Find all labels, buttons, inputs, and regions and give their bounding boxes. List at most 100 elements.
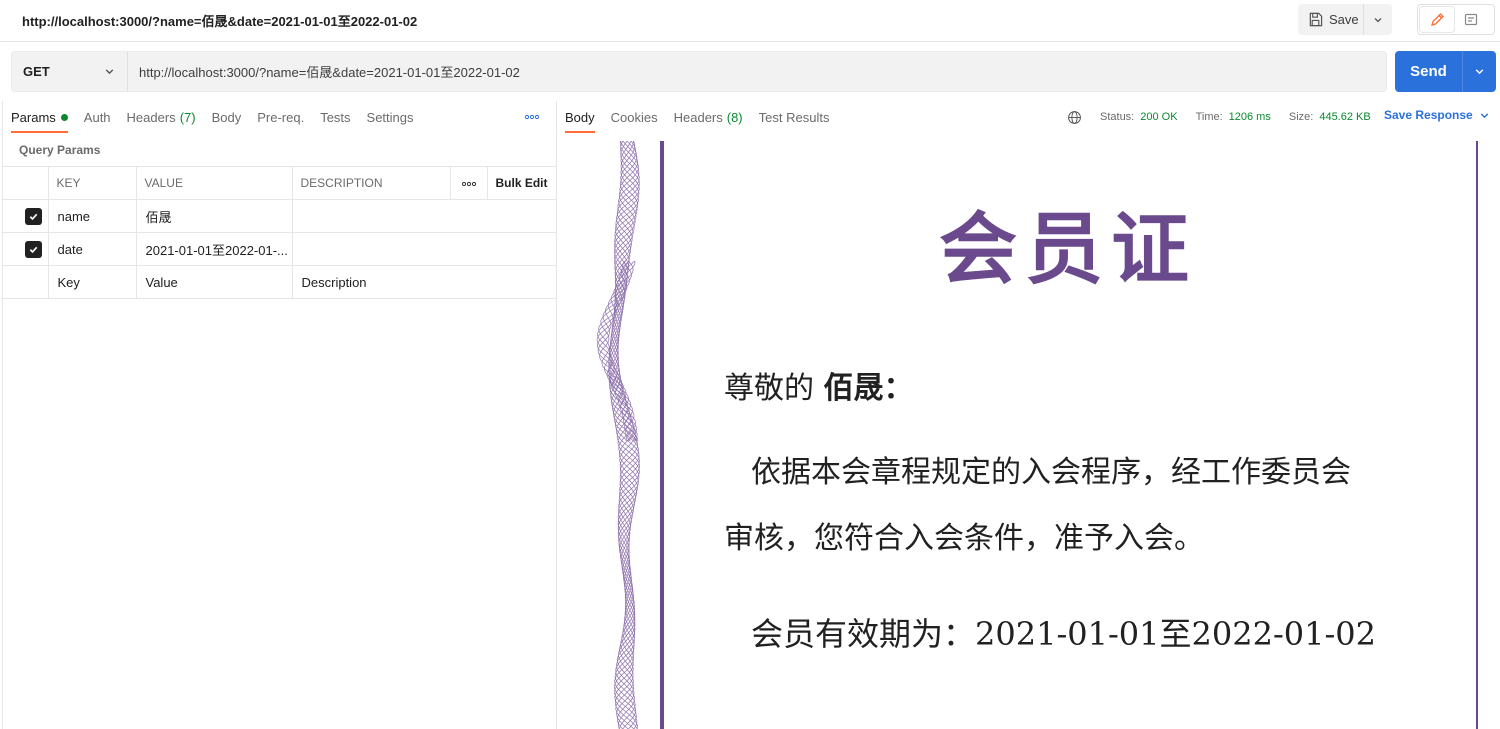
response-meta: Status: 200 OK Time: 1206 ms Size: 445.6… (1067, 108, 1371, 126)
save-button-group: Save (1298, 4, 1392, 35)
table-row-new: Key Value Description (3, 265, 557, 299)
save-options-button[interactable] (1364, 4, 1392, 35)
pencil-icon (1431, 12, 1444, 26)
tab-headers[interactable]: Headers (7) (127, 101, 196, 133)
send-button[interactable]: Send (1395, 51, 1463, 92)
method-select[interactable]: GET (12, 52, 128, 91)
comment-icon (1464, 13, 1478, 25)
size-value[interactable]: 445.62 KB (1319, 111, 1370, 123)
status-label: Status: (1100, 111, 1135, 123)
top-bar: http://localhost:3000/?name=佰晟&date=2021… (0, 0, 1500, 42)
query-params-table: KEY VALUE DESCRIPTION Bulk Edit name 佰晟 … (3, 166, 557, 299)
tab-auth-label: Auth (83, 109, 111, 125)
param-value-cell[interactable]: 佰晟 (135, 199, 293, 233)
tab-cookies-label: Cookies (610, 109, 658, 125)
greeting-text: 尊敬的 (724, 371, 814, 406)
checkmark-icon (29, 246, 38, 253)
more-options-button[interactable] (523, 109, 541, 125)
more-horizontal-icon (461, 181, 476, 187)
save-icon (1309, 12, 1323, 27)
save-response-button[interactable]: Save Response (1384, 108, 1490, 122)
response-body-preview: 会员证 尊敬的 佰晟： 依据本会章程规定的入会程序，经工作委员会 审核，您符合入… (583, 141, 1500, 729)
tab-auth[interactable]: Auth (84, 101, 111, 133)
tab-tests[interactable]: Tests (320, 101, 350, 133)
request-title: http://localhost:3000/?name=佰晟&date=2021… (22, 14, 418, 29)
url-input[interactable] (128, 52, 1386, 91)
tab-body-label: Body (211, 109, 242, 125)
save-button[interactable]: Save (1298, 4, 1364, 35)
table-row: date 2021-01-01至2022-01-... (3, 232, 557, 266)
request-tabs: Params Auth Headers (7) Body Pre-req. Te… (11, 101, 430, 133)
chevron-down-icon (1374, 17, 1382, 22)
column-options-button[interactable] (449, 166, 488, 200)
edit-mode-button[interactable] (1420, 7, 1454, 32)
checkbox-column-header (3, 166, 49, 200)
bulk-edit-button[interactable]: Bulk Edit (486, 166, 557, 200)
param-checkbox[interactable] (25, 240, 42, 258)
certificate-left-rule (660, 141, 664, 729)
checkmark-icon (29, 213, 38, 220)
status-value[interactable]: 200 OK (1140, 111, 1177, 123)
key-column-header: KEY (47, 166, 137, 200)
save-response-label: Save Response (1384, 108, 1473, 122)
tab-headers-label: Headers (126, 109, 176, 125)
method-label: GET (23, 64, 50, 79)
tab-settings[interactable]: Settings (367, 101, 414, 133)
size-label: Size: (1288, 111, 1314, 123)
new-key-input[interactable]: Key (47, 265, 137, 299)
guilloche-border-pattern (596, 141, 640, 729)
param-checkbox[interactable] (25, 207, 42, 225)
more-horizontal-icon (524, 114, 540, 120)
param-key-cell[interactable]: date (47, 232, 137, 266)
param-description-cell[interactable] (291, 199, 557, 233)
save-label: Save (1329, 12, 1359, 27)
tab-pre-request[interactable]: Pre-req. (257, 101, 304, 133)
chevron-down-icon (1475, 69, 1484, 75)
tab-test-results[interactable]: Test Results (759, 101, 830, 133)
param-value-cell[interactable]: 2021-01-01至2022-01-... (135, 232, 293, 266)
tab-cookies[interactable]: Cookies (611, 101, 658, 133)
row-checkbox-cell (3, 232, 49, 266)
new-value-input[interactable]: Value (135, 265, 293, 299)
globe-icon[interactable] (1067, 110, 1082, 125)
request-url-bar: GET (11, 51, 1387, 92)
row-checkbox-cell (3, 265, 49, 299)
new-description-input[interactable]: Description (291, 265, 557, 299)
time-label: Time: (1195, 111, 1223, 123)
certificate-body-line-2: 审核，您符合入会条件，准予入会。 (724, 521, 1204, 556)
value-column-header: VALUE (135, 166, 293, 200)
tab-response-headers-label: Headers (673, 109, 723, 125)
tab-params[interactable]: Params (11, 101, 68, 133)
documentation-mode-button[interactable] (1454, 7, 1488, 32)
table-row: name 佰晟 (3, 199, 557, 233)
table-header-row: KEY VALUE DESCRIPTION Bulk Edit (3, 166, 557, 200)
certificate-validity: 会员有效期为：2021-01-01至2022-01-02 (751, 615, 1377, 653)
tab-test-results-label: Test Results (758, 109, 830, 125)
certificate-right-rule (1476, 141, 1478, 729)
send-options-button[interactable] (1463, 51, 1496, 92)
tab-tests-label: Tests (320, 109, 351, 125)
send-button-group: Send (1395, 51, 1496, 92)
tab-headers-count: (7) (179, 109, 196, 125)
tab-response-body-label: Body (565, 109, 595, 125)
chevron-down-icon (105, 69, 114, 75)
tab-params-label: Params (11, 109, 56, 125)
query-params-heading: Query Params (19, 143, 101, 157)
chevron-down-icon (1480, 112, 1489, 118)
time-value[interactable]: 1206 ms (1229, 111, 1271, 123)
tab-response-headers[interactable]: Headers (8) (674, 101, 743, 133)
tab-settings-label: Settings (366, 109, 414, 125)
row-checkbox-cell (3, 199, 49, 233)
param-key-cell[interactable]: name (47, 199, 137, 233)
params-active-dot (60, 113, 68, 121)
param-description-cell[interactable] (291, 232, 557, 266)
tab-response-headers-count: (8) (726, 109, 743, 125)
certificate-greeting: 尊敬的 佰晟： (724, 363, 914, 407)
response-tabs: Body Cookies Headers (8) Test Results (565, 101, 845, 133)
member-name: 佰晟： (823, 371, 914, 406)
tab-body[interactable]: Body (212, 101, 242, 133)
tab-response-body[interactable]: Body (565, 101, 595, 133)
description-column-header: DESCRIPTION (291, 166, 451, 200)
view-mode-toggle (1417, 4, 1495, 35)
certificate-title: 会员证 (939, 204, 1198, 295)
